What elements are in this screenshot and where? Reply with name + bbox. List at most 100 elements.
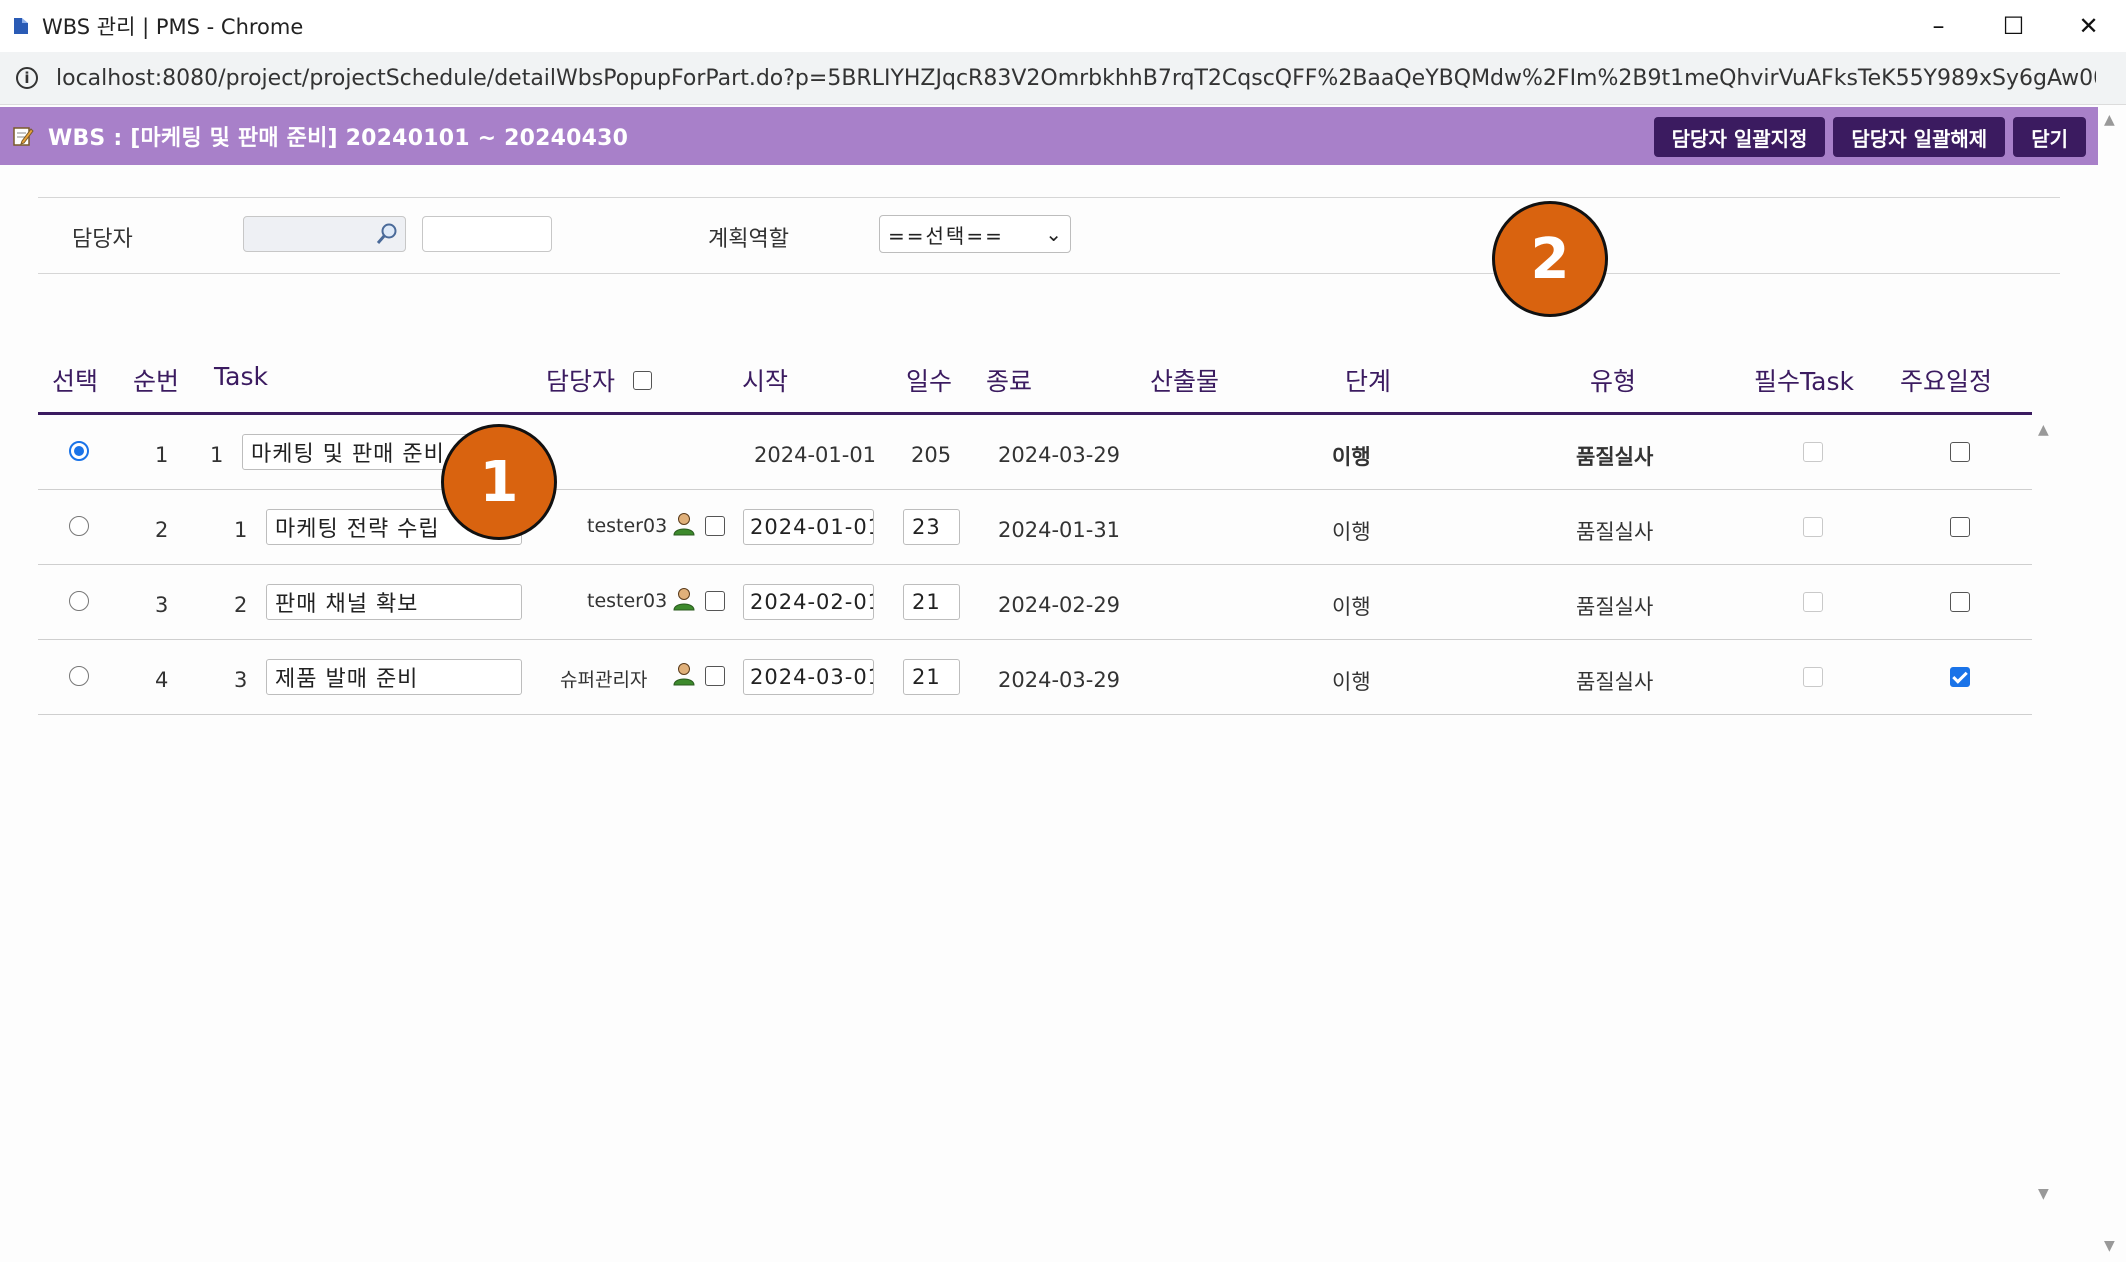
row-divider [38,714,2032,715]
header-select: 선택 [52,367,99,396]
popup-header: WBS : [마케팅 및 판매 준비] 20240101 ~ 20240430 … [0,107,2098,165]
page-scroll-down-icon[interactable]: ▼ [2104,1238,2115,1254]
row-stage: 이행 [1332,520,1371,544]
row-end: 2024-03-29 [998,668,1121,692]
milestone-checkbox[interactable] [1950,667,1970,687]
header-type: 유형 [1590,367,1637,396]
row-select-radio[interactable] [69,441,89,461]
header-seq: 순번 [133,367,180,396]
header-assignee: 담당자 [546,367,616,396]
header-stage: 단계 [1345,367,1392,396]
row-num: 1 [210,443,224,467]
row-num: 1 [234,518,248,542]
row-type: 품질실사 [1576,670,1654,694]
header-milestone: 주요일정 [1900,367,1993,396]
app-icon [14,18,28,34]
user-picker-icon[interactable] [671,586,697,612]
assignee-checkbox[interactable] [705,666,725,686]
page-scroll-up-icon[interactable]: ▲ [2104,112,2115,128]
unassign-all-button[interactable]: 담당자 일괄해제 [1833,117,2006,157]
required-task-checkbox [1803,667,1823,687]
callout-marker-1: 1 [441,424,557,540]
url-text[interactable]: localhost:8080/project/projectSchedule/d… [56,66,2096,91]
start-date-input[interactable]: 2024-01-01 [743,509,874,545]
assignee-name-input[interactable] [422,216,552,252]
row-stage: 이행 [1332,445,1371,469]
window-title: WBS 관리 | PMS - Chrome [42,15,304,39]
row-divider [38,489,2032,490]
scroll-down-icon[interactable]: ▼ [2038,1186,2049,1202]
header-buttons: 담당자 일괄지정 담당자 일괄해제 닫기 [1653,117,2086,157]
minimize-button[interactable]: – [1901,0,1976,52]
row-seq: 4 [155,668,169,692]
task-name-input[interactable]: 판매 채널 확보 [266,584,522,620]
scroll-up-icon[interactable]: ▲ [2038,422,2049,438]
row-select-radio[interactable] [69,591,89,611]
close-window-button[interactable]: ✕ [2051,0,2126,52]
popup-title: WBS : [마케팅 및 판매 준비] 20240101 ~ 20240430 [48,126,629,151]
assignee-search-input[interactable] [243,216,406,252]
row-stage: 이행 [1332,595,1371,619]
row-end: 2024-01-31 [998,518,1121,542]
maximize-button[interactable]: ☐ [1976,0,2051,52]
row-seq: 2 [155,518,169,542]
row-start: 2024-01-01 [754,443,877,467]
row-num: 3 [234,668,248,692]
header-end: 종료 [986,367,1033,396]
address-bar: i localhost:8080/project/projectSchedule… [0,52,2126,105]
row-divider [38,564,2032,565]
assignee-checkbox[interactable] [705,516,725,536]
header-start: 시작 [742,367,789,396]
milestone-checkbox[interactable] [1950,517,1970,537]
close-button[interactable]: 닫기 [2013,117,2086,157]
row-end: 2024-03-29 [998,443,1121,467]
window-controls: – ☐ ✕ [1901,0,2126,52]
row-stage: 이행 [1332,670,1371,694]
row-days: 205 [911,443,952,467]
header-days: 일수 [906,367,953,396]
chevron-down-icon: ⌄ [1045,222,1062,246]
start-date-input[interactable]: 2024-03-01 [743,659,874,695]
start-date-input[interactable]: 2024-02-01 [743,584,874,620]
days-input[interactable]: 21 [903,659,960,695]
row-type: 품질실사 [1576,595,1654,619]
row-assignee: 슈퍼관리자 [560,669,648,691]
row-type: 품질실사 [1576,445,1654,469]
row-divider [38,639,2032,640]
required-task-checkbox [1803,517,1823,537]
assignee-header-checkbox[interactable] [633,371,652,390]
header-divider [38,412,2032,415]
site-info-icon[interactable]: i [16,67,38,89]
search-area: 담당자 계획역할 ==선택== ⌄ [38,197,2060,274]
row-end: 2024-02-29 [998,593,1121,617]
role-label: 계획역할 [708,227,789,252]
row-type: 품질실사 [1576,520,1654,544]
row-num: 2 [234,593,248,617]
milestone-checkbox[interactable] [1950,442,1970,462]
header-output: 산출물 [1150,367,1220,396]
user-picker-icon[interactable] [671,511,697,537]
days-input[interactable]: 23 [903,509,960,545]
header-task: Task [214,362,268,391]
row-select-radio[interactable] [69,516,89,536]
browser-titlebar: WBS 관리 | PMS - Chrome – ☐ ✕ [0,0,2126,53]
callout-marker-2: 2 [1492,201,1608,317]
memo-icon [13,127,34,146]
row-seq: 1 [155,443,169,467]
role-select-value: ==선택== [888,223,1004,248]
task-name-input[interactable]: 제품 발매 준비 [266,659,522,695]
milestone-checkbox[interactable] [1950,592,1970,612]
role-select[interactable]: ==선택== ⌄ [879,215,1071,253]
row-assignee: tester03 [587,590,668,612]
required-task-checkbox [1803,592,1823,612]
user-picker-icon[interactable] [671,661,697,687]
assign-all-button[interactable]: 담당자 일괄지정 [1653,117,1826,157]
header-required: 필수Task [1754,367,1854,396]
assignee-label: 담당자 [72,227,133,252]
days-input[interactable]: 21 [903,584,960,620]
assignee-checkbox[interactable] [705,591,725,611]
row-seq: 3 [155,593,169,617]
required-task-checkbox [1803,442,1823,462]
row-select-radio[interactable] [69,666,89,686]
magnifier-icon[interactable] [375,222,399,246]
